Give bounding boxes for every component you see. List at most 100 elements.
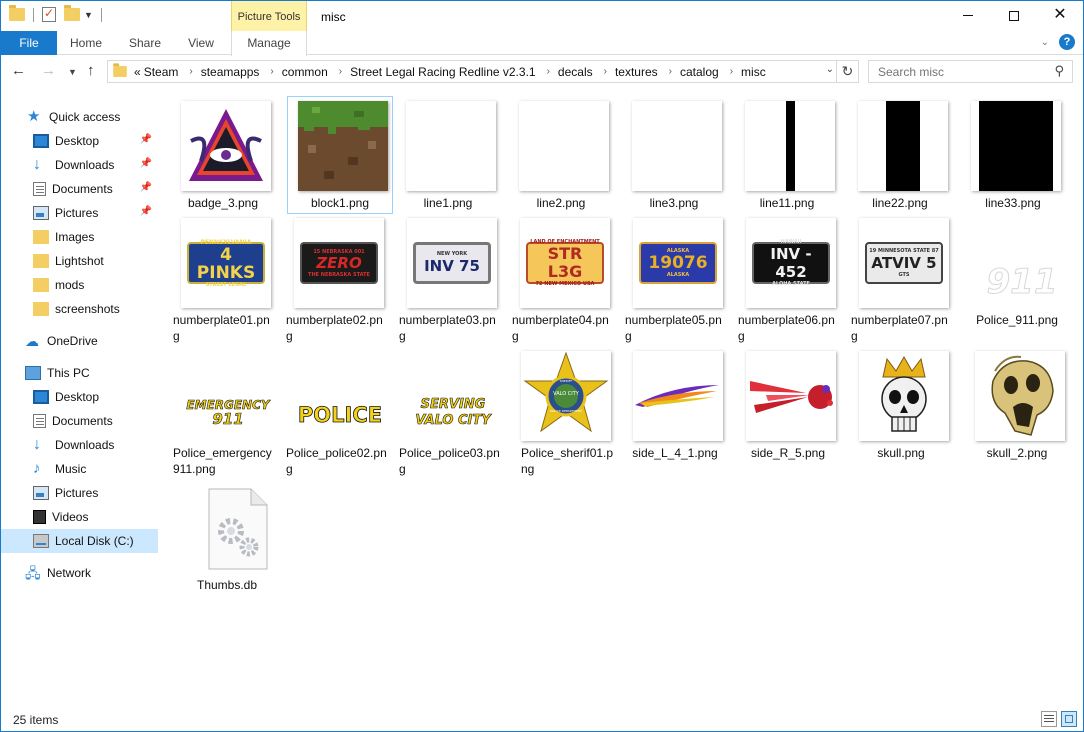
- breadcrumb-textures[interactable]: textures: [615, 65, 658, 79]
- sidebar-item-videos[interactable]: Videos: [1, 505, 158, 529]
- up-arrow-icon[interactable]: ↑: [87, 62, 95, 79]
- breadcrumb-decals[interactable]: decals: [558, 65, 593, 79]
- item-count: 25 items: [13, 713, 59, 727]
- breadcrumb-separator-icon[interactable]: ›: [730, 66, 733, 77]
- sidebar-item-label: Music: [55, 462, 87, 476]
- sidebar-item-documents[interactable]: Documents 📌: [1, 177, 158, 201]
- blank-line-thumbnail: [406, 101, 496, 191]
- customize-toolbar-dropdown-icon[interactable]: ▼: [84, 10, 93, 20]
- sidebar-item-pc-pictures[interactable]: Pictures: [1, 481, 158, 505]
- breadcrumb-separator-icon[interactable]: ›: [339, 66, 342, 77]
- close-button[interactable]: ✕: [1037, 1, 1083, 31]
- address-bar[interactable]: « Steam › steamapps › common › Street Le…: [107, 60, 837, 83]
- serving-valo-city-thumbnail: SERVING VALO CITY: [407, 351, 497, 441]
- maximize-button[interactable]: [991, 1, 1037, 31]
- minimize-icon: [963, 15, 973, 16]
- sidebar-item-label: OneDrive: [47, 334, 98, 348]
- sidebar-item-pictures[interactable]: Pictures 📌: [1, 201, 158, 225]
- sidebar-item-mods[interactable]: mods: [1, 273, 158, 297]
- sidebar-item-images[interactable]: Images: [1, 225, 158, 249]
- folder-icon: [33, 278, 49, 292]
- sidebar-item-downloads[interactable]: ↓ Downloads 📌: [1, 153, 158, 177]
- file-name: Police_sherif01.png: [521, 446, 614, 476]
- sidebar-item-screenshots[interactable]: screenshots: [1, 297, 158, 321]
- tab-home[interactable]: Home: [61, 31, 111, 55]
- breadcrumb-separator-icon[interactable]: ›: [669, 66, 672, 77]
- sidebar-item-lightshot[interactable]: Lightshot: [1, 249, 158, 273]
- breadcrumb-misc[interactable]: misc: [741, 65, 766, 79]
- file-name: numberplate03.png: [399, 313, 496, 343]
- sidebar-item-label: This PC: [47, 366, 90, 380]
- sidebar-item-network[interactable]: 🖧 Network: [1, 561, 158, 585]
- search-box[interactable]: ⚲: [868, 60, 1073, 83]
- pin-icon: 📌: [139, 182, 152, 193]
- breadcrumb-overflow[interactable]: «: [134, 65, 141, 79]
- recent-locations-chevron-icon[interactable]: ▼: [68, 67, 77, 77]
- address-dropdown-icon[interactable]: ⌄: [826, 64, 834, 75]
- pin-icon: 📌: [139, 134, 152, 145]
- tab-share[interactable]: Share: [121, 31, 169, 55]
- desktop-icon: [33, 390, 49, 404]
- database-file-thumbnail: [185, 483, 275, 573]
- breadcrumb-separator-icon[interactable]: ›: [604, 66, 607, 77]
- file-name: numberplate04.png: [512, 313, 609, 343]
- sidebar-item-quick-access[interactable]: ★ Quick access: [1, 105, 158, 129]
- sidebar-item-music[interactable]: ♪ Music: [1, 457, 158, 481]
- breadcrumb-common[interactable]: common: [282, 65, 328, 79]
- breadcrumb-catalog[interactable]: catalog: [680, 65, 719, 79]
- quick-access-toolbar: ▼: [9, 5, 102, 22]
- plate-number: ZERO: [316, 253, 362, 272]
- emergency-thumbnail: EMERGENCY 911: [181, 351, 271, 441]
- tab-view[interactable]: View: [179, 31, 223, 55]
- folder-icon: [33, 230, 49, 244]
- document-icon: [33, 182, 46, 196]
- pictures-icon: [33, 206, 49, 220]
- back-arrow-icon[interactable]: ←: [11, 62, 26, 79]
- file-name: side_L_4_1.png: [632, 446, 718, 460]
- sidebar-item-pc-downloads[interactable]: ↓ Downloads: [1, 433, 158, 457]
- file-name: line2.png: [536, 196, 586, 210]
- file-name: numberplate05.png: [625, 313, 722, 343]
- details-view-icon[interactable]: [1041, 711, 1057, 727]
- police-text: POLICE: [297, 403, 383, 428]
- badge-thumbnail: [181, 101, 271, 191]
- skull-thumbnail: [975, 351, 1065, 441]
- file-name: block1.png: [310, 196, 370, 210]
- emergency-number: 911: [212, 410, 244, 428]
- sidebar-item-local-disk[interactable]: Local Disk (C:): [1, 529, 158, 553]
- sidebar-item-pc-documents[interactable]: Documents: [1, 409, 158, 433]
- breadcrumb-steamapps[interactable]: steamapps: [201, 65, 260, 79]
- license-plate: HAWAII INV - 452 ALOHA STATE: [752, 239, 830, 287]
- sidebar-item-desktop[interactable]: Desktop 📌: [1, 129, 158, 153]
- tab-manage[interactable]: Manage: [231, 31, 307, 56]
- cloud-icon: ☁: [25, 333, 39, 349]
- navigation-pane: ★ Quick access Desktop 📌 ↓ Downloads 📌 D…: [1, 93, 158, 703]
- breadcrumb-separator-icon[interactable]: ›: [189, 66, 192, 77]
- breadcrumb-separator-icon[interactable]: ›: [547, 66, 550, 77]
- search-input[interactable]: [869, 61, 1039, 82]
- expand-ribbon-chevron-icon[interactable]: ⌄: [1041, 37, 1049, 48]
- folder-icon[interactable]: [9, 5, 25, 21]
- sidebar-item-label: Network: [47, 566, 92, 580]
- tab-file[interactable]: File: [1, 31, 57, 55]
- breadcrumb-separator-icon[interactable]: ›: [270, 66, 273, 77]
- sidebar-item-pc-desktop[interactable]: Desktop: [1, 385, 158, 409]
- search-icon[interactable]: ⚲: [1054, 63, 1064, 79]
- star-icon: ★: [27, 108, 41, 125]
- skull-thumbnail: [859, 351, 949, 441]
- new-folder-icon[interactable]: [64, 5, 80, 21]
- breadcrumb-game[interactable]: Street Legal Racing Redline v2.3.1: [350, 65, 535, 79]
- file-name: skull.png: [877, 446, 925, 460]
- sidebar-item-this-pc[interactable]: This PC: [1, 361, 158, 385]
- help-icon[interactable]: ?: [1059, 34, 1075, 50]
- forward-arrow-icon[interactable]: →: [41, 62, 56, 79]
- breadcrumb-steam[interactable]: Steam: [144, 65, 179, 79]
- sidebar-item-onedrive[interactable]: ☁ OneDrive: [1, 329, 158, 353]
- large-icons-view-icon[interactable]: [1061, 711, 1077, 727]
- properties-icon[interactable]: [42, 6, 56, 22]
- numberplate-thumbnail: ALASKA 19076 ALASKA: [633, 218, 723, 308]
- minimize-button[interactable]: [945, 1, 991, 31]
- sidebar-item-label: Downloads: [55, 438, 115, 452]
- numberplate-thumbnail: PENNSYLVANIA 4 PINKS STREET LEGAL: [181, 218, 271, 308]
- refresh-icon[interactable]: ↻: [837, 60, 859, 83]
